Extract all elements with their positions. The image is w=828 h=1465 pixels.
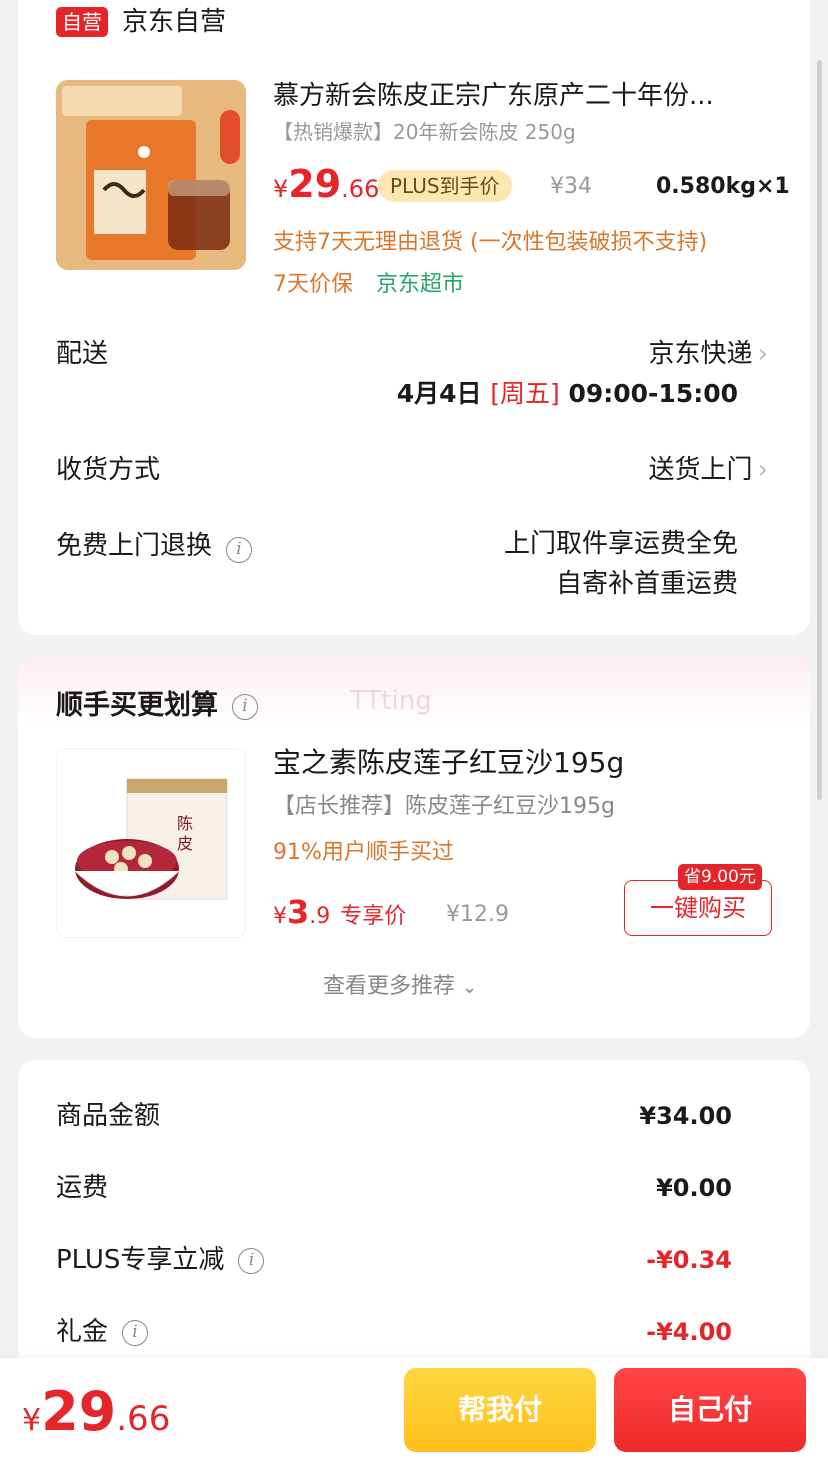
info-icon[interactable]: i [232, 693, 258, 720]
return-policy-text: 支持7天无理由退货 (一次性包装破损不支持) [273, 230, 708, 255]
receive-method-row[interactable]: 送货上门 › [648, 452, 768, 488]
help-me-pay-button[interactable]: 帮我付 [404, 1368, 596, 1452]
chevron-right-icon: › [757, 455, 768, 485]
summary-value: -¥4.00 [646, 1318, 732, 1346]
save-amount-badge: 省9.00元 [678, 864, 762, 890]
recommend-price: ¥3.9 专享价 [273, 893, 407, 931]
info-icon[interactable]: i [226, 536, 253, 563]
recommend-product-spec: 【店长推荐】陈皮莲子红豆沙195g [273, 794, 615, 819]
view-more-recommendations[interactable]: 查看更多推荐 ⌄ [323, 970, 477, 1005]
chevron-right-icon: › [757, 339, 768, 369]
receive-method-value: 送货上门 [648, 455, 753, 485]
checkout-bar: ¥29.66 帮我付 自己付 [0, 1358, 828, 1465]
product-spec: 【热销爆款】20年新会陈皮 250g [273, 120, 576, 144]
recommendation-card: 顺手买更划算 i TTting 陈 皮 宝之素陈皮莲子红豆沙195g 【店长推荐】… [18, 658, 810, 1038]
free-return-line1: 上门取件享运费全免 [503, 529, 738, 559]
order-item-card: 自营 京东自营 慕方新会陈皮正宗广东原产二十年份... 【热销爆款】20年新会陈… [18, 0, 810, 635]
supermarket-text: 京东超市 [376, 272, 465, 297]
recommend-product-title[interactable]: 宝之素陈皮莲子红豆沙195g [273, 744, 624, 782]
store-name[interactable]: 京东自营 [122, 5, 226, 39]
price-protect-text: 7天价保 [273, 272, 353, 297]
chevron-down-icon: ⌄ [462, 977, 478, 998]
recommend-original-price: ¥12.9 [446, 902, 509, 927]
info-icon[interactable]: i [238, 1247, 265, 1274]
summary-label: 运费 [56, 1173, 109, 1203]
product-price: ¥29.66 [273, 162, 380, 206]
receive-method-label: 收货方式 [56, 455, 161, 485]
summary-value: ¥34.00 [639, 1102, 732, 1130]
weight-quantity: 0.580kg×1 [656, 174, 790, 199]
summary-label: 商品金额 [56, 1101, 161, 1131]
delivery-carrier: 京东快递 [648, 339, 753, 369]
info-icon[interactable]: i [122, 1319, 149, 1346]
section-title: 顺手买更划算 i [56, 688, 258, 724]
summary-value: -¥0.34 [646, 1246, 732, 1274]
original-price: ¥34 [550, 174, 592, 199]
free-return-row: 免费上门退换 i [56, 528, 253, 564]
self-operated-badge: 自营 [56, 7, 108, 37]
pay-myself-button[interactable]: 自己付 [614, 1368, 806, 1452]
recommend-stat: 91%用户顺手买过 [273, 840, 454, 865]
svg-text:皮: 皮 [177, 834, 193, 853]
summary-label: PLUS专享立减 i [56, 1242, 265, 1278]
summary-label: 礼金 i [56, 1314, 149, 1350]
watermark: TTting [350, 686, 432, 716]
chenpi-product-image[interactable] [56, 80, 246, 270]
plus-price-tag: PLUS到手价 [378, 170, 512, 202]
product-title[interactable]: 慕方新会陈皮正宗广东原产二十年份... [273, 78, 773, 114]
scrollbar[interactable] [817, 60, 822, 800]
summary-value: ¥0.00 [656, 1174, 732, 1202]
total-price: ¥29.66 [22, 1380, 171, 1443]
delivery-time[interactable]: 4月4日 [周五] 09:00-15:00 [397, 376, 738, 412]
delivery-label: 配送 [56, 339, 109, 369]
svg-text:陈: 陈 [177, 814, 193, 833]
free-return-line2: 自寄补首重运费 [555, 569, 738, 599]
free-return-label: 免费上门退换 [56, 531, 213, 561]
delivery-carrier-row[interactable]: 京东快递 › [648, 336, 768, 372]
red-bean-paste-product-image[interactable]: 陈 皮 [56, 748, 246, 938]
